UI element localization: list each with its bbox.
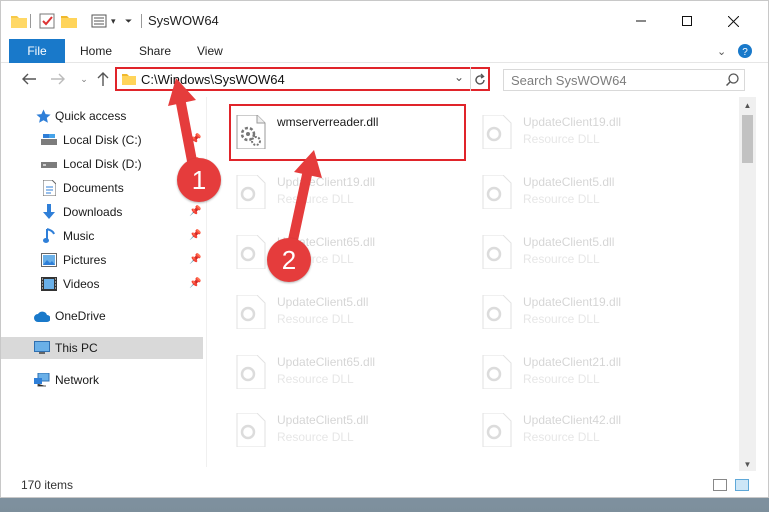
pin-icon[interactable]: 📌 [189, 278, 201, 289]
view-options-icon[interactable] [91, 12, 107, 30]
dll-file-icon [481, 234, 515, 270]
file-item[interactable]: UpdateClient5.dll Resource DLL [231, 285, 467, 335]
up-arrow-icon[interactable] [93, 69, 113, 89]
sidebar-item-videos[interactable]: Videos 📌 [1, 273, 203, 295]
dll-file-icon [481, 354, 515, 390]
recent-locations-icon[interactable]: ⌄ [74, 69, 94, 89]
downloads-icon [41, 204, 57, 220]
separator [470, 67, 471, 91]
tab-view[interactable]: View [197, 39, 223, 63]
properties-icon[interactable] [39, 12, 55, 30]
chevron-down-icon[interactable]: ▾ [111, 12, 116, 30]
file-item[interactable]: UpdateClient19.dll Resource DLL [231, 165, 467, 215]
file-item[interactable]: UpdateClient5.dll Resource DLL [477, 225, 713, 275]
new-folder-icon[interactable] [61, 12, 77, 30]
documents-icon [41, 180, 57, 196]
pictures-icon [41, 252, 57, 268]
forward-arrow-icon[interactable] [48, 69, 68, 89]
scroll-up-icon[interactable]: ▲ [742, 100, 753, 111]
refresh-icon[interactable] [474, 72, 486, 89]
folder-icon [11, 12, 27, 30]
tab-file[interactable]: File [9, 39, 65, 63]
file-item[interactable]: UpdateClient5.dll Resource DLL [477, 165, 713, 215]
dll-file-icon [235, 412, 269, 448]
sidebar-item-pictures[interactable]: Pictures 📌 [1, 249, 203, 271]
annotation-badge-1: 1 [177, 158, 221, 202]
scroll-down-icon[interactable]: ▼ [742, 459, 753, 470]
vertical-scrollbar[interactable]: ▲ ▼ [739, 97, 756, 471]
pin-icon[interactable]: 📌 [189, 206, 201, 217]
minimize-button[interactable] [619, 9, 663, 33]
sidebar-item-downloads[interactable]: Downloads 📌 [1, 201, 203, 223]
search-input[interactable]: Search SysWOW64 [503, 69, 745, 91]
file-item[interactable]: UpdateClient42.dll Resource DLL [477, 403, 713, 453]
details-view-icon[interactable] [713, 479, 727, 491]
pin-icon[interactable]: 📌 [189, 254, 201, 265]
ribbon-tabs: File Home Share View ⌄ ? [1, 39, 768, 63]
scrollbar-thumb[interactable] [742, 115, 753, 163]
sidebar-item-network[interactable]: Network [1, 369, 203, 391]
file-item[interactable]: UpdateClient65.dll Resource DLL [231, 345, 467, 395]
explorer-window: ▾ ⏷ SysWOW64 File Home Share View ⌄ ? ⌄ [0, 0, 769, 498]
separator [30, 14, 31, 28]
svg-text:?: ? [742, 47, 748, 58]
music-icon [41, 228, 57, 244]
window-title: SysWOW64 [148, 13, 219, 28]
help-icon[interactable]: ? [738, 39, 752, 63]
drive-icon [41, 132, 57, 148]
dll-file-icon [235, 294, 269, 330]
file-item[interactable]: UpdateClient65.dll Resource DLL [231, 225, 467, 275]
dll-file-icon [235, 234, 269, 270]
search-icon[interactable] [725, 73, 739, 89]
file-item[interactable]: UpdateClient21.dll Resource DLL [477, 345, 713, 395]
sidebar-item-this-pc[interactable]: This PC [1, 337, 203, 359]
dll-file-icon [481, 114, 515, 150]
dll-file-icon [481, 294, 515, 330]
dll-file-icon [481, 174, 515, 210]
title-bar: ▾ ⏷ SysWOW64 [1, 1, 768, 39]
dll-file-icon [235, 354, 269, 390]
network-icon [34, 372, 50, 388]
dll-file-icon [235, 174, 269, 210]
star-icon [35, 108, 51, 124]
tab-share[interactable]: Share [139, 39, 171, 63]
drive-icon [41, 156, 57, 172]
computer-icon [34, 340, 50, 356]
annotation-badge-2: 2 [267, 238, 311, 282]
file-item[interactable]: UpdateClient19.dll Resource DLL [477, 285, 713, 335]
file-item[interactable]: UpdateClient19.dll Resource DLL [477, 105, 713, 155]
file-item[interactable]: UpdateClient5.dll Resource DLL [231, 403, 467, 453]
search-placeholder: Search SysWOW64 [511, 73, 627, 88]
dll-file-icon [481, 412, 515, 448]
sidebar-item-music[interactable]: Music 📌 [1, 225, 203, 247]
tab-home[interactable]: Home [80, 39, 112, 63]
large-icons-view-icon[interactable] [735, 479, 749, 491]
cloud-icon [34, 308, 50, 324]
status-bar: 170 items [1, 473, 768, 497]
customize-toolbar-icon[interactable]: ⏷ [125, 12, 132, 30]
videos-icon [41, 276, 57, 292]
navigation-bar: ⌄ C:\Windows\SysWOW64 ⌄ Search SysWOW64 [1, 63, 768, 95]
file-highlight-box [229, 104, 466, 161]
folder-icon [122, 73, 136, 88]
close-button[interactable] [711, 9, 755, 33]
back-arrow-icon[interactable] [19, 69, 39, 89]
chevron-down-icon[interactable]: ⌄ [454, 70, 464, 84]
pin-icon[interactable]: 📌 [189, 230, 201, 241]
item-count: 170 items [21, 478, 74, 492]
separator [141, 14, 142, 28]
maximize-button[interactable] [665, 9, 709, 33]
expand-ribbon-icon[interactable]: ⌄ [717, 39, 726, 63]
sidebar-item-onedrive[interactable]: OneDrive [1, 305, 203, 327]
